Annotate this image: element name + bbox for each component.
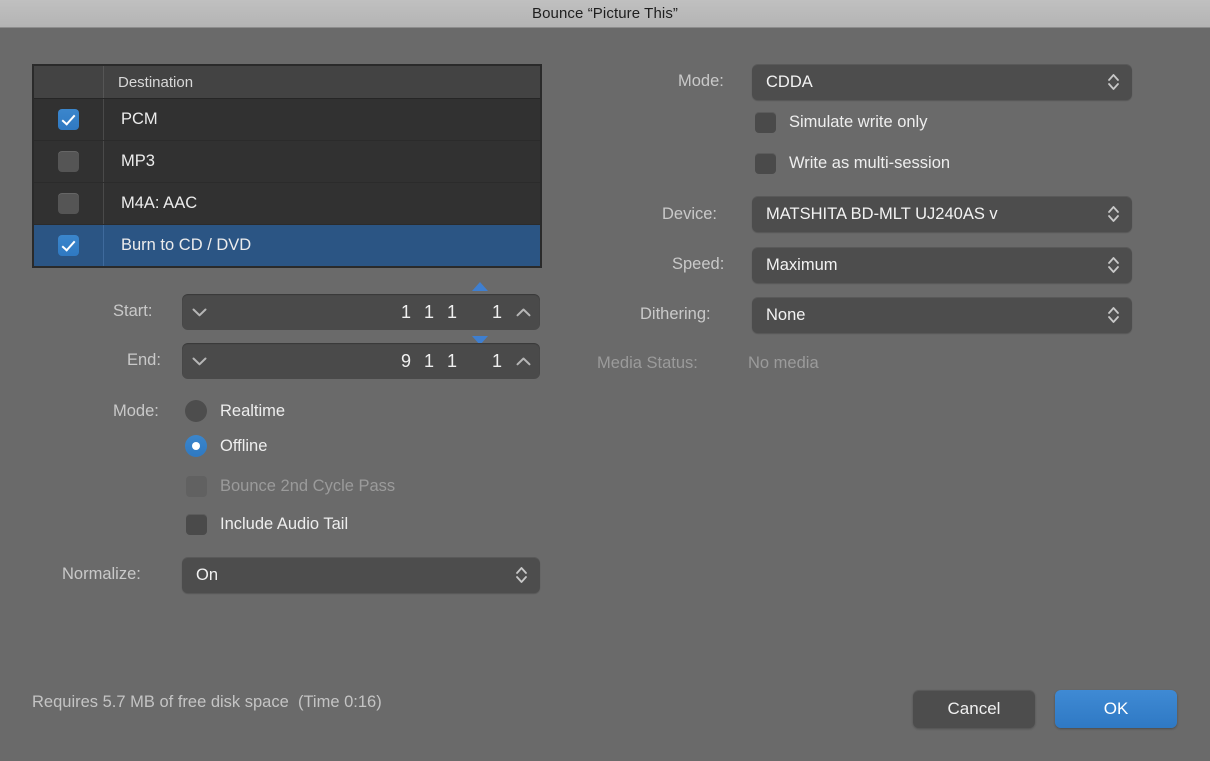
destination-row-label: MP3 [121,152,155,170]
device-popup-button[interactable]: MATSHITA BD-MLT UJ240AS v [752,196,1132,232]
burn-mode-value: CDDA [766,72,813,91]
table-row[interactable]: MP3 [34,141,540,183]
device-value: MATSHITA BD-MLT UJ240AS v [766,204,998,223]
start-tick: 1 [491,301,502,322]
checkbox-simulate-write-only[interactable] [755,112,776,133]
chevron-up-down-icon [1102,255,1124,275]
dithering-value: None [766,305,806,324]
destination-row-checkbox-cell[interactable] [34,141,104,182]
start-position-field[interactable]: 1 1 1 1 [182,294,540,330]
start-beat: 1 [423,301,434,322]
table-row[interactable]: M4A: AAC [34,183,540,225]
end-beat: 1 [423,350,434,371]
chevron-up-down-icon [1102,204,1124,224]
checkbox-bounce-2nd-cycle-pass-label: Bounce 2nd Cycle Pass [220,477,396,495]
checkbox-pcm[interactable] [58,109,79,130]
start-position-values[interactable]: 1 1 1 1 [216,302,506,323]
cancel-button[interactable]: Cancel [913,690,1035,728]
checkbox-bounce-2nd-cycle-pass [186,476,207,497]
window-title: Bounce “Picture This” [531,5,679,22]
checkbox-m4a-aac[interactable] [58,193,79,214]
chevron-up-down-icon [1102,72,1124,92]
end-position-field[interactable]: 9 1 1 1 [182,343,540,379]
destination-row-label: M4A: AAC [121,194,198,212]
destination-header-label: Destination [118,73,194,91]
start-label: Start: [113,302,153,320]
dithering-label: Dithering: [640,305,711,323]
checkbox-row-write-as-multi-session[interactable]: Write as multi-session [755,153,950,174]
start-bar: 1 [400,301,411,322]
table-row[interactable]: PCM [34,99,540,141]
end-label: End: [127,351,161,369]
normalize-popup-button[interactable]: On [182,557,540,593]
checkbox-write-as-multi-session-label: Write as multi-session [789,154,951,172]
disk-space-status: Requires 5.7 MB of free disk space (Time… [32,693,382,711]
normalize-value: On [196,565,219,584]
chevron-up-icon[interactable] [506,343,540,379]
destination-row-checkbox-cell[interactable] [34,225,104,266]
end-position-values[interactable]: 9 1 1 1 [216,351,506,372]
burn-mode-label: Mode: [678,72,724,90]
checkbox-simulate-write-only-label: Simulate write only [789,113,928,131]
speed-label: Speed: [672,255,725,273]
checkbox-burn-to-cd-dvd[interactable] [58,235,79,256]
start-division: 1 [446,301,457,322]
checkbox-row-include-audio-tail[interactable]: Include Audio Tail [186,514,348,535]
chevron-down-icon[interactable] [182,343,216,379]
destination-header-checkbox-column [34,66,104,98]
radio-row-offline[interactable]: Offline [185,435,267,457]
radio-realtime-label: Realtime [220,401,286,420]
destination-row-label: PCM [121,110,158,128]
window-titlebar[interactable]: Bounce “Picture This” [0,0,1210,28]
burn-mode-popup-button[interactable]: CDDA [752,64,1132,100]
device-label: Device: [662,205,718,223]
checkbox-write-as-multi-session[interactable] [755,153,776,174]
destination-row-checkbox-cell[interactable] [34,99,104,140]
speed-popup-button[interactable]: Maximum [752,247,1132,283]
checkbox-include-audio-tail-label: Include Audio Tail [220,515,349,533]
destination-row-label: Burn to CD / DVD [121,236,252,254]
radio-row-realtime[interactable]: Realtime [185,400,285,422]
ok-button[interactable]: OK [1055,690,1177,728]
destination-row-checkbox-cell[interactable] [34,183,104,224]
end-division: 1 [446,350,457,371]
end-tick: 1 [491,350,502,371]
radio-realtime[interactable] [185,400,207,422]
dithering-popup-button[interactable]: None [752,297,1132,333]
checkbox-include-audio-tail[interactable] [186,514,207,535]
speed-value: Maximum [766,255,838,274]
normalize-label: Normalize: [62,565,141,583]
chevron-up-icon[interactable] [506,294,540,330]
checkbox-mp3[interactable] [58,151,79,172]
end-bar: 9 [400,350,411,371]
radio-offline-label: Offline [220,436,268,455]
bounce-mode-label: Mode: [113,402,159,420]
checkbox-row-simulate-write-only[interactable]: Simulate write only [755,112,927,133]
media-status-label: Media Status: [597,354,698,372]
chevron-down-icon[interactable] [182,294,216,330]
dialog-body: Destination PCM MP3 M4A: AAC Burn to CD [0,29,1210,761]
radio-offline[interactable] [185,435,207,457]
destination-table: Destination PCM MP3 M4A: AAC Burn to CD [32,64,542,268]
chevron-up-down-icon [510,565,532,585]
checkbox-row-bounce-2nd-cycle-pass: Bounce 2nd Cycle Pass [186,476,395,497]
table-row[interactable]: Burn to CD / DVD [34,225,540,266]
cycle-start-marker-icon [472,282,488,291]
media-status-value: No media [748,354,819,372]
chevron-up-down-icon [1102,305,1124,325]
destination-table-header: Destination [34,66,540,99]
